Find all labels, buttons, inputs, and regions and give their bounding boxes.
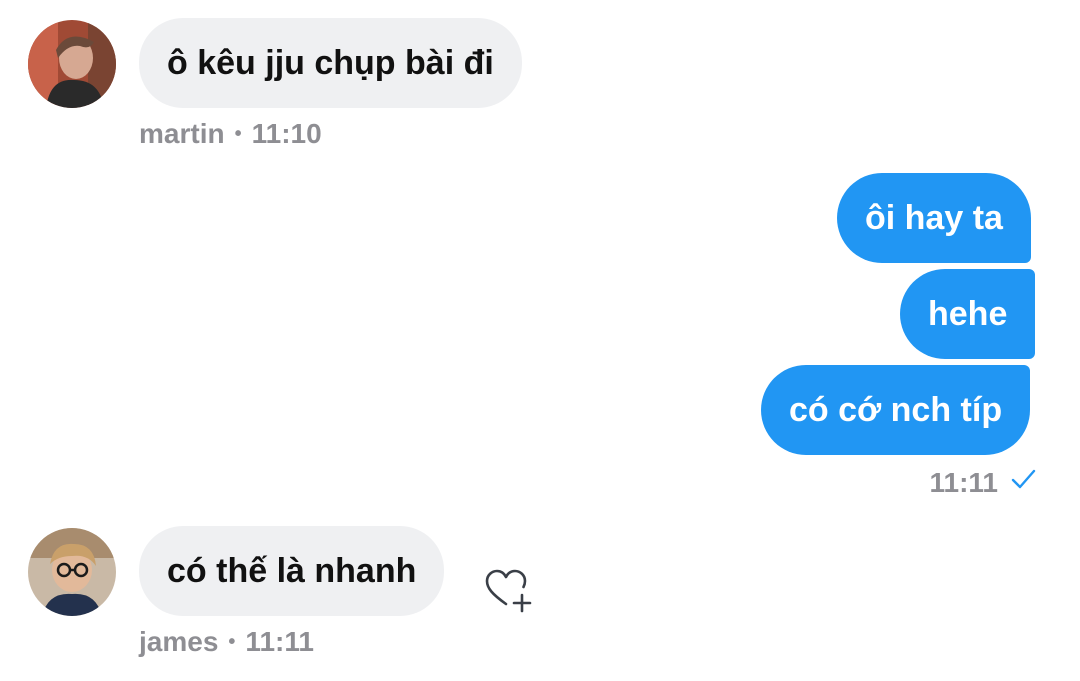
check-icon [1010,466,1036,499]
message-bubble-outgoing-3[interactable]: có cớ nch típ [761,365,1031,455]
meta-dot: • [228,630,236,653]
message-text: hehe [928,295,1008,333]
message-text: ôi hay ta [865,199,1003,237]
avatar-martin[interactable] [28,20,116,108]
timestamp: 11:11 [245,626,314,657]
message-meta-outgoing: 11:11 [929,466,1036,499]
sender-name: martin [139,118,225,149]
message-meta-martin: martin • 11:10 [139,118,322,150]
message-text: ô kêu jju chụp bài đi [167,44,494,82]
timestamp: 11:10 [251,118,322,149]
message-bubble-martin[interactable]: ô kêu jju chụp bài đi [139,18,522,108]
message-bubble-james[interactable]: có thế là nhanh [139,526,445,616]
message-bubble-outgoing-2[interactable]: hehe [900,269,1036,359]
heart-plus-icon[interactable] [484,568,532,619]
message-meta-james: james • 11:11 [139,626,314,658]
message-text: có thế là nhanh [167,552,417,590]
sender-name: james [139,626,219,657]
message-bubble-outgoing-1[interactable]: ôi hay ta [837,173,1031,263]
meta-dot: • [234,122,242,145]
avatar-james[interactable] [28,528,116,616]
timestamp: 11:11 [929,466,998,498]
message-text: có cớ nch típ [789,391,1003,429]
